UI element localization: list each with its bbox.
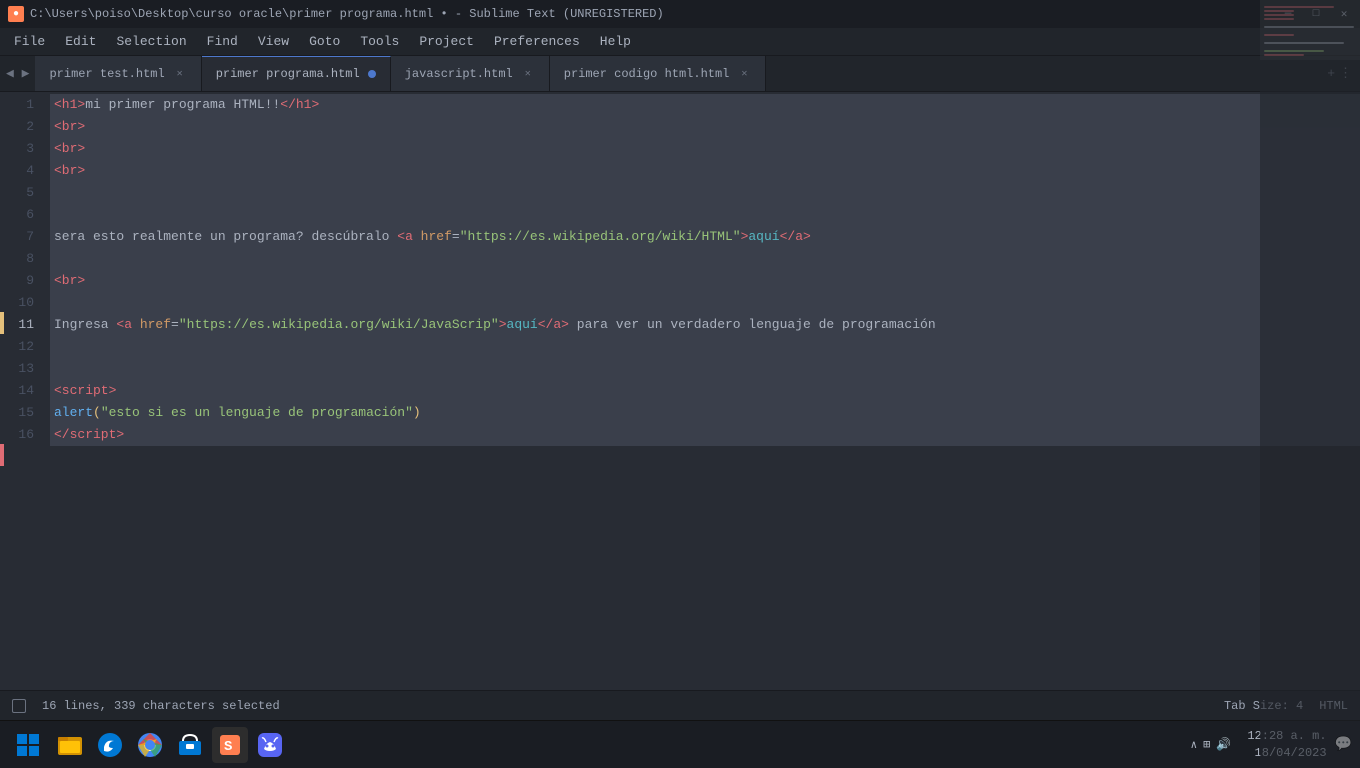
editor-wrapper: 1 2 3 4 5 6 7 8 9 10 11 12 13 14 15 16 <… <box>0 92 1360 690</box>
sublime-icon: S <box>218 733 242 757</box>
taskbar-explorer[interactable] <box>52 727 88 763</box>
code-line-7: sera esto realmente un programa? descúbr… <box>50 226 1360 248</box>
line-num-16: 16 <box>6 424 42 446</box>
code-line-3: <br> <box>50 138 1360 160</box>
line-num-6: 6 <box>6 204 42 226</box>
taskbar-edge[interactable] <box>92 727 128 763</box>
store-icon <box>176 731 204 759</box>
taskbar-discord[interactable] <box>252 727 288 763</box>
tab-bar: ◀ ▶ primer test.html ✕ primer programa.h… <box>0 56 1360 92</box>
menu-file[interactable]: File <box>4 30 55 53</box>
code-editor[interactable]: <h1>mi primer programa HTML!!</h1> <br> … <box>50 92 1360 690</box>
selection-info: 16 lines, 339 characters selected <box>42 699 280 713</box>
taskbar-chrome[interactable] <box>132 727 168 763</box>
line-num-5: 5 <box>6 182 42 204</box>
taskbar-sublime[interactable]: S <box>212 727 248 763</box>
tab-label: primer programa.html <box>216 67 360 81</box>
explorer-icon <box>56 731 84 759</box>
code-line-10 <box>50 292 1360 314</box>
line-num-13: 13 <box>6 358 42 380</box>
left-gutter <box>0 92 6 690</box>
menu-bar: File Edit Selection Find View Goto Tools… <box>0 28 1360 56</box>
line-num-4: 4 <box>6 160 42 182</box>
tab-javascript[interactable]: javascript.html ✕ <box>391 56 550 91</box>
code-line-12 <box>50 336 1360 358</box>
code-line-14: <script> <box>50 380 1360 402</box>
code-line-5 <box>50 182 1360 204</box>
line-num-10: 10 <box>6 292 42 314</box>
code-line-6 <box>50 204 1360 226</box>
taskbar-store[interactable] <box>172 727 208 763</box>
line-num-15: 15 <box>6 402 42 424</box>
display-icon[interactable]: ⊞ <box>1203 737 1210 752</box>
line-num-1: 1 <box>6 94 42 116</box>
tab-close-primer-codigo[interactable]: ✕ <box>737 67 751 81</box>
line-num-9: 9 <box>6 270 42 292</box>
menu-help[interactable]: Help <box>590 30 641 53</box>
taskbar: S ∧ ⊞ 🔊 12:28 a. m. 18/04/2023 💬 <box>0 720 1360 768</box>
windows-logo <box>16 733 40 757</box>
line-num-8: 8 <box>6 248 42 270</box>
line-num-7: 7 <box>6 226 42 248</box>
code-line-15: alert("esto si es un lenguaje de program… <box>50 402 1360 424</box>
code-line-9: <br> <box>50 270 1360 292</box>
title-bar-text: C:\Users\poiso\Desktop\curso oracle\prim… <box>30 7 664 21</box>
menu-project[interactable]: Project <box>409 30 484 53</box>
code-line-1: <h1>mi primer programa HTML!!</h1> <box>50 94 1360 116</box>
volume-icon[interactable]: 🔊 <box>1216 737 1231 752</box>
menu-edit[interactable]: Edit <box>55 30 106 53</box>
edge-icon <box>96 731 124 759</box>
code-line-13 <box>50 358 1360 380</box>
line-indicator-11 <box>0 312 4 334</box>
line-num-11: 11 <box>6 314 42 336</box>
code-line-8 <box>50 248 1360 270</box>
minimap-preview <box>1260 4 1360 204</box>
chevron-up-icon[interactable]: ∧ <box>1191 738 1198 752</box>
line-num-3: 3 <box>6 138 42 160</box>
tab-primer-programa[interactable]: primer programa.html <box>202 56 391 91</box>
tab-primer-codigo[interactable]: primer codigo html.html ✕ <box>550 56 767 91</box>
tab-modified-dot <box>368 70 376 78</box>
app-icon: ● <box>8 6 24 22</box>
svg-text:S: S <box>224 739 232 755</box>
tab-close-primer-test[interactable]: ✕ <box>173 67 187 81</box>
line-num-14: 14 <box>6 380 42 402</box>
line-num-12: 12 <box>6 336 42 358</box>
menu-goto[interactable]: Goto <box>299 30 350 53</box>
tab-label: javascript.html <box>405 67 513 81</box>
menu-preferences[interactable]: Preferences <box>484 30 590 53</box>
chrome-icon <box>136 731 164 759</box>
tab-nav-left[interactable]: ◀ ▶ <box>0 56 35 91</box>
discord-icon <box>256 731 284 759</box>
status-indicator <box>12 699 26 713</box>
title-bar-left: ● C:\Users\poiso\Desktop\curso oracle\pr… <box>8 6 664 22</box>
menu-find[interactable]: Find <box>197 30 248 53</box>
menu-view[interactable]: View <box>248 30 299 53</box>
line-indicator-16 <box>0 444 4 466</box>
line-num-2: 2 <box>6 116 42 138</box>
code-line-2: <br> <box>50 116 1360 138</box>
code-line-11: Ingresa <a href="https://es.wikipedia.or… <box>50 314 1360 336</box>
menu-tools[interactable]: Tools <box>350 30 409 53</box>
start-button[interactable] <box>8 725 48 765</box>
status-bar: 16 lines, 339 characters selected Tab Si… <box>0 690 1360 720</box>
tab-close-javascript[interactable]: ✕ <box>521 67 535 81</box>
minimap <box>1260 0 1360 768</box>
code-line-4: <br> <box>50 160 1360 182</box>
code-line-16: </script> <box>50 424 1360 446</box>
tab-primer-test[interactable]: primer test.html ✕ <box>35 56 201 91</box>
menu-selection[interactable]: Selection <box>106 30 196 53</box>
tab-label: primer test.html <box>49 67 164 81</box>
tab-label: primer codigo html.html <box>564 67 730 81</box>
line-numbers: 1 2 3 4 5 6 7 8 9 10 11 12 13 14 15 16 <box>6 92 50 690</box>
taskbar-sys-icons: ∧ ⊞ 🔊 <box>1191 737 1232 752</box>
title-bar: ● C:\Users\poiso\Desktop\curso oracle\pr… <box>0 0 1360 28</box>
